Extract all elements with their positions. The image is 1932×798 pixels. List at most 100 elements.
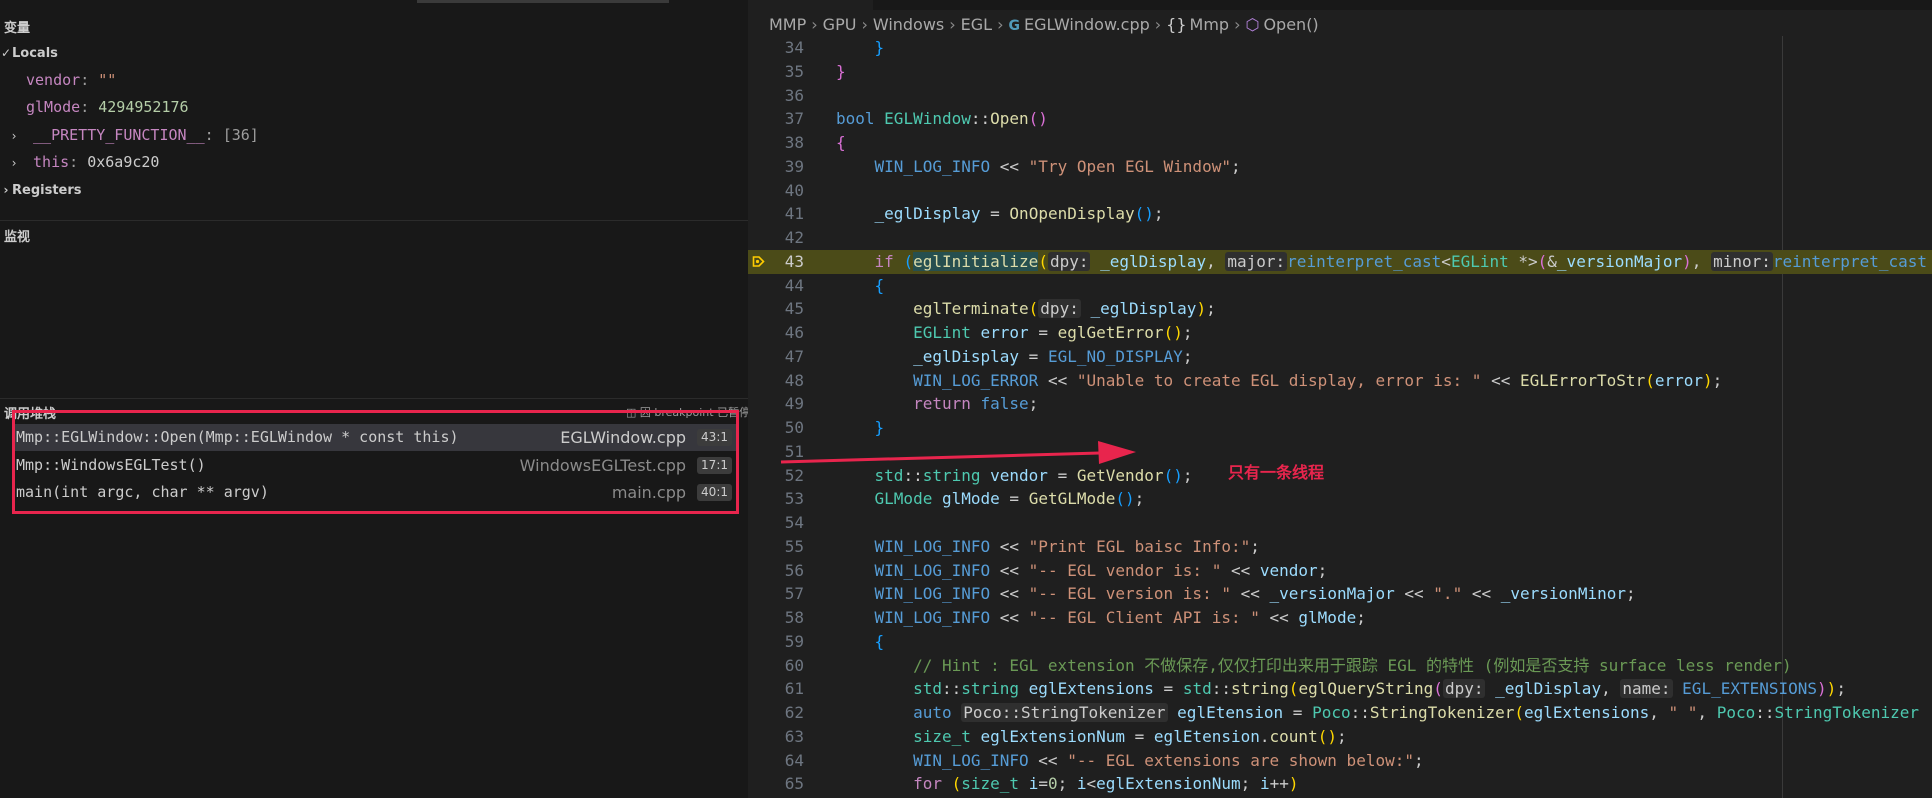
line-number: 61 — [784, 679, 804, 699]
code-line[interactable]: 49 return false; — [748, 392, 1932, 416]
line-number: 43 — [784, 251, 804, 271]
chevron-right-icon: › — [3, 183, 9, 197]
line-number: 39 — [784, 156, 804, 176]
registers-group[interactable]: › Registers — [0, 177, 82, 203]
variable-name: this — [33, 153, 70, 171]
code-line[interactable]: 39 WIN_LOG_INFO << "Try Open EGL Window"… — [748, 155, 1932, 179]
code-line[interactable]: 50 } — [748, 416, 1932, 440]
annotation-highlight-box — [12, 410, 739, 514]
code-line[interactable]: 55 WIN_LOG_INFO << "Print EGL baisc Info… — [748, 535, 1932, 559]
code-line[interactable]: 65 for (size_t i=0; i<eglExtensionNum; i… — [748, 772, 1932, 796]
code-line[interactable]: 59 { — [748, 630, 1932, 654]
line-number: 62 — [784, 703, 804, 722]
variables-section-title[interactable]: 变量 — [4, 17, 30, 36]
code-line[interactable]: 62 auto Poco::StringTokenizer eglEtensio… — [748, 701, 1932, 725]
code-line[interactable]: 51 — [748, 440, 1932, 464]
code-area[interactable]: 34 } 35} 36 37 bool EGLWindow::Open() 38{… — [748, 36, 1932, 796]
watch-section-title[interactable]: 监视 — [4, 226, 30, 245]
line-number: 46 — [784, 323, 804, 342]
section-divider — [0, 220, 748, 221]
namespace-icon: {} — [1166, 15, 1187, 34]
code-line[interactable]: 63 size_t eglExtensionNum = eglEtension.… — [748, 725, 1932, 749]
breadcrumb-item[interactable]: Open() — [1263, 15, 1318, 34]
breadcrumb[interactable]: MMP › GPU › Windows › EGL › G EGLWindow.cpp ›{} Mmp… — [748, 0, 1932, 36]
breadcrumb-item[interactable]: EGLWindow.cpp — [1024, 15, 1150, 34]
variable-row-pretty-function[interactable]: › __PRETTY_FUNCTION__: [36] — [8, 122, 259, 148]
registers-label: Registers — [12, 183, 82, 198]
code-line[interactable]: 35} — [748, 60, 1932, 84]
line-number: 44 — [784, 275, 804, 295]
breadcrumb-item[interactable]: GPU — [823, 15, 857, 34]
variable-value: 0x6a9c20 — [87, 153, 160, 171]
code-line[interactable]: 46 EGLint error = eglGetError(); — [748, 321, 1932, 345]
line-number: 45 — [784, 299, 804, 319]
code-line[interactable]: 48 WIN_LOG_ERROR << "Unable to create EG… — [748, 369, 1932, 393]
code-line[interactable]: 52 std::string vendor = GetVendor(); — [748, 464, 1932, 488]
code-line[interactable]: 34 } — [748, 36, 1932, 60]
locals-group[interactable]: ✓Locals — [0, 40, 58, 66]
variable-name: vendor — [26, 71, 81, 89]
breadcrumb-item[interactable]: EGL — [961, 15, 992, 34]
variable-name: glMode — [26, 98, 81, 116]
chevron-right-icon: › — [861, 15, 868, 34]
code-line[interactable]: 47 _eglDisplay = EGL_NO_DISPLAY; — [748, 345, 1932, 369]
code-line[interactable]: 56 WIN_LOG_INFO << "-- EGL vendor is: " … — [748, 559, 1932, 583]
line-number: 35 — [784, 61, 804, 81]
code-line[interactable]: 60 // Hint : EGL extension 不做保存,仅仅打印出来用于… — [748, 654, 1932, 678]
chevron-right-icon: › — [1234, 15, 1241, 34]
code-line[interactable]: 61 std::string eglExtensions = std::stri… — [748, 677, 1932, 701]
line-number: 48 — [784, 370, 804, 390]
method-cube-icon: ⬡ — [1245, 15, 1260, 34]
code-line[interactable]: 40 — [748, 179, 1932, 203]
chevron-down-icon: ✓ — [0, 46, 12, 60]
line-number: 38 — [784, 133, 804, 152]
variable-row-this[interactable]: › this: 0x6a9c20 — [8, 149, 159, 175]
variable-value: "" — [98, 71, 117, 89]
line-number: 36 — [784, 85, 804, 105]
code-editor[interactable]: MMP › GPU › Windows › EGL › G EGLWindow.cpp ›{} Mmp… — [748, 0, 1932, 798]
line-number: 50 — [784, 418, 804, 437]
breadcrumb-item[interactable]: Mmp — [1190, 15, 1230, 34]
code-line[interactable]: 53 GLMode glMode = GetGLMode(); — [748, 487, 1932, 511]
line-number: 40 — [784, 180, 804, 200]
chevron-right-icon: › — [811, 15, 818, 34]
line-number: 34 — [784, 38, 804, 57]
code-line[interactable]: 45 eglTerminate(dpy: _eglDisplay); — [748, 297, 1932, 321]
variable-value: [36] — [222, 126, 259, 144]
annotation-label: 只有一条线程 — [1228, 463, 1325, 482]
breakpoint-code-line[interactable]: 43 if (eglInitialize(dpy: _eglDisplay, m… — [748, 249, 1932, 274]
line-number: 54 — [784, 513, 804, 532]
breadcrumb-item[interactable]: MMP — [769, 15, 806, 34]
code-line[interactable]: 37 bool EGLWindow::Open() — [748, 107, 1932, 131]
code-line[interactable]: 42 — [748, 226, 1932, 250]
section-divider — [0, 398, 748, 399]
chevron-right-icon: › — [997, 15, 1004, 34]
line-number: 49 — [784, 394, 804, 414]
code-line[interactable]: 44 { — [748, 274, 1932, 298]
code-line[interactable]: 64 WIN_LOG_INFO << "-- EGL extensions ar… — [748, 749, 1932, 773]
variable-value: 4294952176 — [98, 98, 189, 116]
line-number: 58 — [784, 608, 804, 627]
breadcrumb-item[interactable]: Windows — [873, 15, 944, 34]
code-line[interactable]: 57 WIN_LOG_INFO << "-- EGL version is: "… — [748, 582, 1932, 606]
scrollbar-thumb[interactable] — [417, 0, 669, 3]
variable-row-vendor[interactable]: vendor: "" — [26, 67, 116, 93]
line-number: 65 — [784, 774, 804, 794]
chevron-right-icon: › — [1154, 15, 1162, 34]
code-line[interactable]: 38{ — [748, 131, 1932, 155]
code-line[interactable]: 41 _eglDisplay = OnOpenDisplay(); — [748, 202, 1932, 226]
line-number: 47 — [784, 346, 804, 366]
line-number: 53 — [784, 489, 804, 509]
code-line[interactable]: 54 — [748, 511, 1932, 535]
line-number: 55 — [784, 536, 804, 556]
cpp-file-icon: G — [1008, 18, 1021, 34]
debug-sidebar: 变量 ✓Locals vendor: "" glMode: 4294952176… — [0, 0, 750, 798]
code-line[interactable]: 36 — [748, 84, 1932, 108]
line-number: 41 — [784, 204, 804, 224]
line-number: 37 — [784, 109, 804, 129]
line-number: 52 — [784, 465, 804, 485]
line-number: 51 — [784, 441, 804, 461]
code-line[interactable]: 58 WIN_LOG_INFO << "-- EGL Client API is… — [748, 606, 1932, 630]
chevron-right-icon: › — [10, 156, 18, 170]
variable-row-glmode[interactable]: glMode: 4294952176 — [26, 94, 189, 120]
